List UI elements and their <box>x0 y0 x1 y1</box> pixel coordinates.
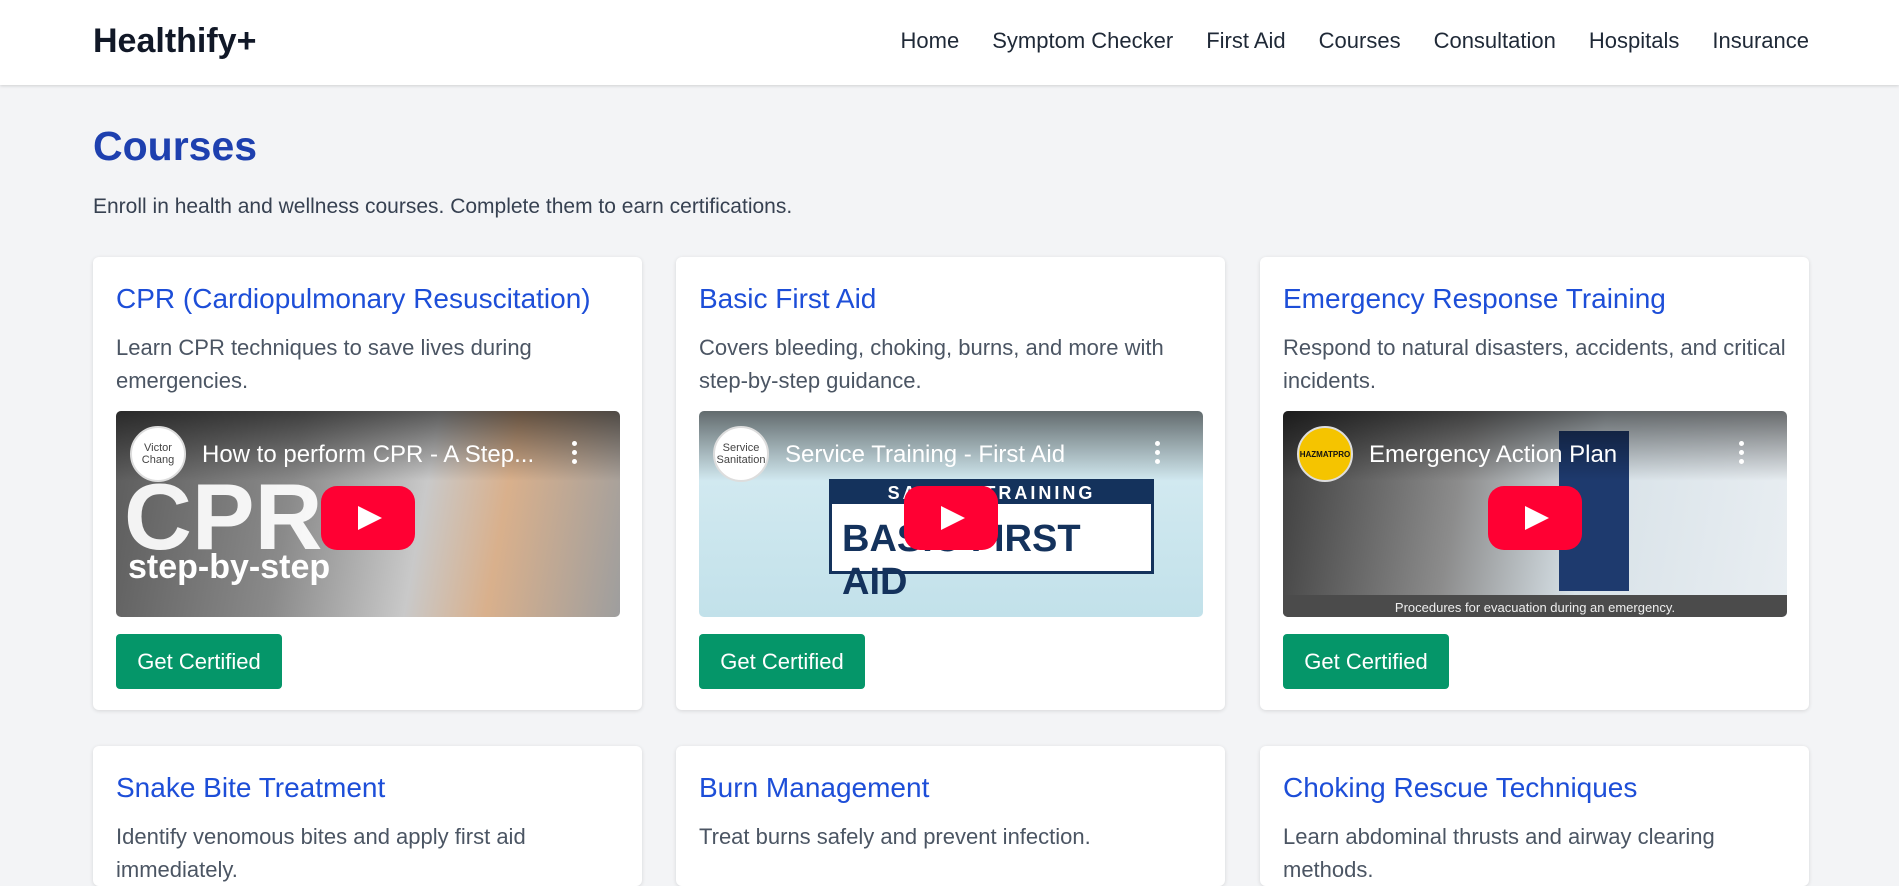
channel-avatar[interactable]: HAZMATPRO <box>1297 426 1353 482</box>
channel-avatar[interactable]: Service Sanitation <box>713 426 769 482</box>
play-button-icon[interactable] <box>321 486 415 550</box>
more-options-icon[interactable] <box>570 441 578 467</box>
course-title[interactable]: Choking Rescue Techniques <box>1283 772 1637 804</box>
course-card-emergency-response: Emergency Response Training Respond to n… <box>1260 257 1809 710</box>
course-description: Treat burns safely and prevent infection… <box>699 824 1091 849</box>
course-description: Respond to natural disasters, accidents,… <box>1283 335 1786 393</box>
video-player[interactable]: CPR step-by-step Victor Chang How to per… <box>116 411 620 617</box>
get-certified-button[interactable]: Get Certified <box>699 634 865 689</box>
course-card-snake-bite: Snake Bite Treatment Identify venomous b… <box>93 746 642 886</box>
course-description: Identify venomous bites and apply first … <box>116 824 526 882</box>
nav-hospitals[interactable]: Hospitals <box>1589 28 1679 54</box>
course-description: Learn abdominal thrusts and airway clear… <box>1283 824 1715 882</box>
more-options-icon[interactable] <box>1153 441 1161 467</box>
video-title[interactable]: Emergency Action Plan <box>1369 441 1729 469</box>
page-title: Courses <box>93 123 258 169</box>
course-title[interactable]: Burn Management <box>699 772 929 804</box>
get-certified-button[interactable]: Get Certified <box>116 634 282 689</box>
nav-insurance[interactable]: Insurance <box>1712 28 1809 54</box>
course-card-choking-rescue: Choking Rescue Techniques Learn abdomina… <box>1260 746 1809 886</box>
video-caption: Procedures for evacuation during an emer… <box>1283 595 1787 617</box>
course-title[interactable]: CPR (Cardiopulmonary Resuscitation) <box>116 283 591 315</box>
course-card-basic-first-aid: Basic First Aid Covers bleeding, choking… <box>676 257 1225 710</box>
course-description: Learn CPR techniques to save lives durin… <box>116 335 532 393</box>
thumbnail-overlay-subtext: step-by-step <box>128 548 331 586</box>
brand-logo[interactable]: Healthify+ <box>93 22 256 61</box>
course-title[interactable]: Basic First Aid <box>699 283 876 315</box>
course-title[interactable]: Emergency Response Training <box>1283 283 1666 315</box>
video-player[interactable]: SAFETY TRAINING BASIC FIRST AID Service … <box>699 411 1203 617</box>
top-navbar: Healthify+ Home Symptom Checker First Ai… <box>0 0 1899 85</box>
nav-first-aid[interactable]: First Aid <box>1206 28 1285 54</box>
play-button-icon[interactable] <box>1488 486 1582 550</box>
nav-consultation[interactable]: Consultation <box>1434 28 1556 54</box>
page-description: Enroll in health and wellness courses. C… <box>93 195 793 218</box>
nav-home[interactable]: Home <box>901 28 960 54</box>
nav-courses[interactable]: Courses <box>1319 28 1401 54</box>
course-card-burn-management: Burn Management Treat burns safely and p… <box>676 746 1225 886</box>
nav-symptom-checker[interactable]: Symptom Checker <box>992 28 1173 54</box>
more-options-icon[interactable] <box>1737 441 1745 467</box>
nav-links: Home Symptom Checker First Aid Courses C… <box>901 28 1809 54</box>
video-player[interactable]: Procedures for evacuation during an emer… <box>1283 411 1787 617</box>
play-button-icon[interactable] <box>904 486 998 550</box>
channel-avatar[interactable]: Victor Chang <box>130 426 186 482</box>
get-certified-button[interactable]: Get Certified <box>1283 634 1449 689</box>
course-title[interactable]: Snake Bite Treatment <box>116 772 385 804</box>
video-title[interactable]: How to perform CPR - A Step... <box>202 441 562 469</box>
video-title[interactable]: Service Training - First Aid <box>785 441 1145 469</box>
course-description: Covers bleeding, choking, burns, and mor… <box>699 335 1164 393</box>
course-card-cpr: CPR (Cardiopulmonary Resuscitation) Lear… <box>93 257 642 710</box>
